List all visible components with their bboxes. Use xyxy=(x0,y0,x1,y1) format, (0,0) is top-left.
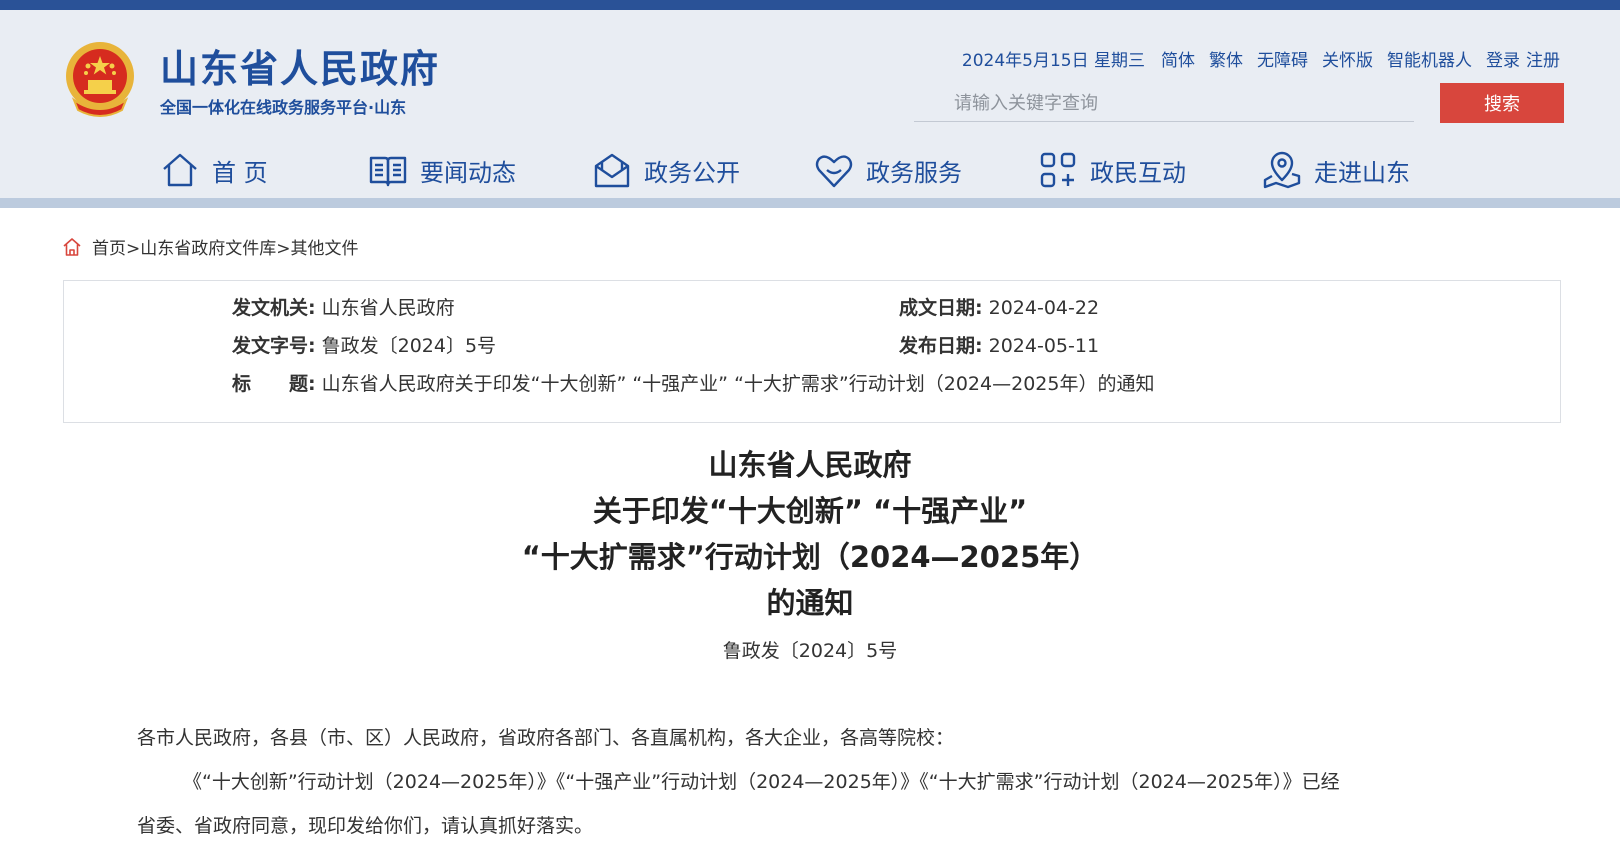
breadcrumb: 首页>山东省政府文件库>其他文件 xyxy=(62,234,359,259)
register-link[interactable]: 注册 xyxy=(1526,46,1560,71)
accessibility-link[interactable]: 无障碍 xyxy=(1257,46,1308,71)
written-date-value: 2024-04-22 xyxy=(988,297,1100,319)
book-icon xyxy=(369,156,407,187)
document-title-line-3: “十大扩需求”行动计划（2024—2025年） xyxy=(521,540,1099,574)
account-links: 登录 注册 xyxy=(1486,46,1560,71)
document-title-line-1: 山东省人民政府 xyxy=(708,448,912,482)
meta-written-date: 成文日期: 2024-04-22 xyxy=(899,293,1099,320)
breadcrumb-home[interactable]: 首页 xyxy=(92,239,126,259)
simplified-chinese-link[interactable]: 简体 xyxy=(1161,46,1195,71)
mail-icon xyxy=(594,153,630,188)
nav-item-interaction[interactable]: 政民互动 xyxy=(1038,146,1186,194)
interaction-icon xyxy=(1040,152,1076,188)
nav-label: 政务服务 xyxy=(866,158,962,187)
search-button[interactable]: 搜索 xyxy=(1440,83,1564,123)
issuer-value: 山东省人民政府 xyxy=(321,297,455,319)
main-nav: 首 页 要闻动态 政务公开 政务服务 政民互动 走进山东 xyxy=(0,140,1620,200)
breadcrumb-separator: > xyxy=(276,239,291,259)
search-input[interactable] xyxy=(914,86,1414,122)
nav-label: 政民互动 xyxy=(1090,158,1186,187)
meta-issuer: 发文机关: 山东省人民政府 xyxy=(232,293,455,320)
document-metadata: 发文机关: 山东省人民政府 发文字号: 鲁政发〔2024〕5号 标 题: 山东省人民政… xyxy=(63,280,1561,423)
home-icon xyxy=(163,153,197,187)
breadcrumb-current[interactable]: 其他文件 xyxy=(291,239,359,259)
title-label: 标 题: xyxy=(232,373,316,395)
top-accent-strip xyxy=(0,0,1620,10)
document-salutation: 各市人民政府，各县（市、区）人民政府，省政府各部门、各直属机构，各大企业，各高等… xyxy=(137,727,955,749)
breadcrumb-separator: > xyxy=(126,239,141,259)
written-date-label: 成文日期: xyxy=(899,297,983,319)
published-date-label: 发布日期: xyxy=(899,335,983,357)
meta-published-date: 发布日期: 2024-05-11 xyxy=(899,331,1099,358)
nav-label: 要闻动态 xyxy=(420,158,516,187)
document-paragraph-line-2: 省委、省政府同意，现印发给你们，请认真抓好落实。 xyxy=(137,815,594,837)
smart-robot-link[interactable]: 智能机器人 xyxy=(1387,46,1472,71)
national-emblem-icon xyxy=(66,42,134,117)
nav-label: 走进山东 xyxy=(1314,158,1410,187)
title-value: 山东省人民政府关于印发“十大创新” “十强产业” “十大扩需求”行动计划（202… xyxy=(321,373,1155,395)
login-link[interactable]: 登录 xyxy=(1486,46,1520,71)
traditional-chinese-link[interactable]: 繁体 xyxy=(1209,46,1243,71)
site-subtitle: 全国一体化在线政务服务平台·山东 xyxy=(160,98,407,117)
site-title[interactable]: 山东省人民政府 xyxy=(160,38,440,93)
nav-label: 政务公开 xyxy=(644,158,740,187)
current-date: 2024年5月15日 星期三 xyxy=(961,51,1145,71)
heart-icon xyxy=(815,155,853,188)
nav-label: 首 页 xyxy=(212,158,268,187)
doc-number-value: 鲁政发〔2024〕5号 xyxy=(321,335,497,357)
nav-item-news[interactable]: 要闻动态 xyxy=(368,146,516,194)
meta-doc-number: 发文字号: 鲁政发〔2024〕5号 xyxy=(232,331,496,358)
utility-bar: 2024年5月15日 星期三 简体 繁体 无障碍 关怀版 智能机器人 登录 注册 xyxy=(962,46,1560,71)
issuer-label: 发文机关: xyxy=(232,297,316,319)
nav-item-explore-shandong[interactable]: 走进山东 xyxy=(1262,146,1410,194)
breadcrumb-library[interactable]: 山东省政府文件库 xyxy=(140,239,276,259)
nav-item-gov-services[interactable]: 政务服务 xyxy=(814,146,962,194)
published-date-value: 2024-05-11 xyxy=(988,335,1100,357)
document-title-line-2: 关于印发“十大创新” “十强产业” xyxy=(592,494,1028,528)
document-title-line-4: 的通知 xyxy=(766,586,854,620)
care-mode-link[interactable]: 关怀版 xyxy=(1322,46,1373,71)
doc-number-label: 发文字号: xyxy=(232,335,316,357)
home-icon[interactable] xyxy=(62,237,82,257)
location-icon xyxy=(1263,151,1301,189)
meta-title: 标 题: 山东省人民政府关于印发“十大创新” “十强产业” “十大扩需求”行动计划… xyxy=(232,369,1154,396)
document-number: 鲁政发〔2024〕5号 xyxy=(722,640,898,662)
document-paragraph-line-1: 《“十大创新”行动计划（2024—2025年）》《“十强产业”行动计划（2024… xyxy=(183,771,1340,793)
nav-item-home[interactable]: 首 页 xyxy=(160,146,268,194)
nav-item-gov-affairs[interactable]: 政务公开 xyxy=(592,146,740,194)
